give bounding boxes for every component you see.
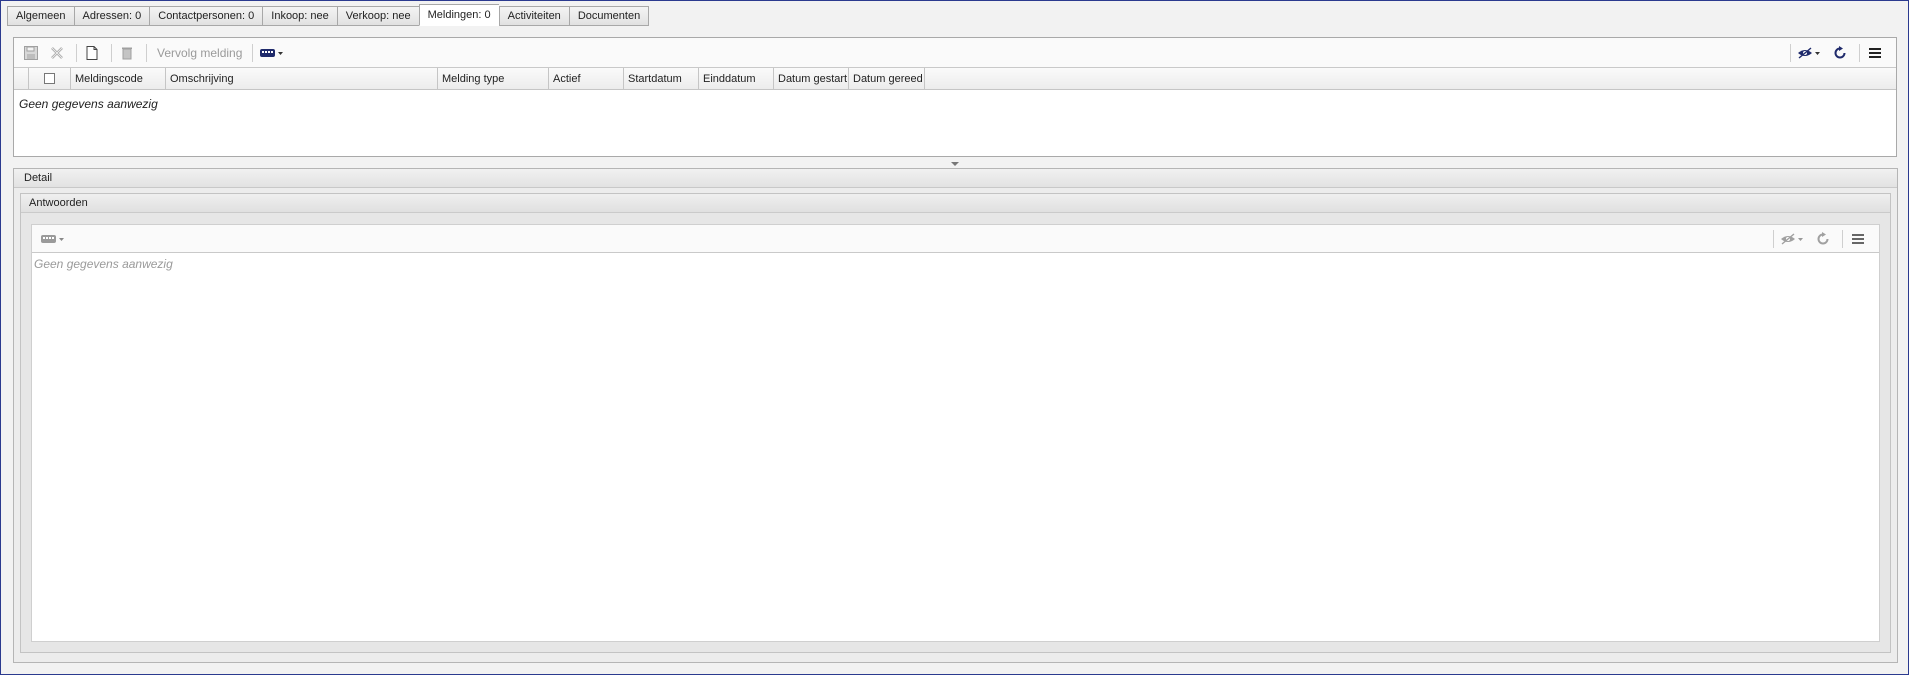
column-header-omschrijving[interactable]: Omschrijving (166, 68, 438, 89)
tab-algemeen[interactable]: Algemeen (7, 6, 74, 26)
refresh-icon[interactable] (1812, 228, 1834, 250)
keyboard-dropdown-icon[interactable] (257, 42, 287, 64)
tab-documenten[interactable]: Documenten (568, 6, 650, 26)
menu-icon[interactable] (1847, 228, 1869, 250)
save-icon[interactable] (20, 42, 42, 64)
column-header-datum-gestart[interactable]: Datum gestart (774, 68, 849, 89)
antwoorden-title: Antwoorden (21, 194, 1890, 213)
trash-icon[interactable] (116, 42, 138, 64)
row-indicator-column (14, 68, 29, 89)
tab-inkoop[interactable]: Inkoop: nee (262, 6, 337, 26)
column-header-meldingscode[interactable]: Meldingscode (71, 68, 166, 89)
toolbar-separator (1859, 43, 1860, 62)
chevron-down-icon (951, 162, 959, 166)
toolbar-separator (1842, 229, 1843, 248)
new-document-icon[interactable] (81, 42, 103, 64)
grid-empty-message: Geen gegevens aanwezig (19, 97, 158, 111)
refresh-icon[interactable] (1829, 42, 1851, 64)
meldingen-grid: Vervolg melding Meldingscode Omschrijvin… (13, 37, 1897, 157)
tab-bar: Algemeen Adressen: 0 Contactpersonen: 0 … (7, 4, 650, 26)
tab-meldingen[interactable]: Meldingen: 0 (418, 4, 499, 26)
grid-toolbar: Vervolg melding (14, 38, 1896, 68)
tab-adressen[interactable]: Adressen: 0 (73, 6, 150, 26)
tab-verkoop[interactable]: Verkoop: nee (336, 6, 419, 26)
tab-activiteiten[interactable]: Activiteiten (498, 6, 569, 26)
antwoorden-toolbar (32, 225, 1879, 253)
antwoorden-empty-message: Geen gegevens aanwezig (34, 257, 173, 271)
column-header-startdatum[interactable]: Startdatum (624, 68, 699, 89)
tab-contactpersonen[interactable]: Contactpersonen: 0 (149, 6, 263, 26)
vervolg-melding-button[interactable]: Vervolg melding (157, 46, 242, 60)
detail-panel: Detail Antwoorden Geen gegevens aanwezig (13, 168, 1898, 663)
toolbar-right (1786, 42, 1890, 64)
antwoorden-grid: Geen gegevens aanwezig (31, 224, 1880, 642)
column-header-datum-gereed[interactable]: Datum gereed (849, 68, 925, 89)
toolbar-separator (76, 43, 77, 62)
splitter-handle[interactable] (951, 158, 959, 166)
hide-columns-dropdown-icon[interactable] (1795, 42, 1825, 64)
detail-title: Detail (14, 169, 1897, 188)
keyboard-dropdown-icon[interactable] (38, 228, 68, 250)
toolbar-separator (1773, 229, 1774, 248)
toolbar-separator (146, 43, 147, 62)
antwoorden-panel: Antwoorden Geen gegevens aanwezig (20, 193, 1891, 653)
antwoorden-toolbar-right (1769, 228, 1873, 250)
toolbar-separator (111, 43, 112, 62)
select-all-checkbox[interactable] (29, 68, 71, 89)
column-header-einddatum[interactable]: Einddatum (699, 68, 774, 89)
toolbar-separator (1790, 43, 1791, 62)
checkbox-box[interactable] (44, 73, 55, 84)
window-frame: Algemeen Adressen: 0 Contactpersonen: 0 … (0, 0, 1909, 675)
menu-icon[interactable] (1864, 42, 1886, 64)
toolbar-separator (252, 43, 254, 62)
column-header-actief[interactable]: Actief (549, 68, 624, 89)
grid-column-header: Meldingscode Omschrijving Melding type A… (14, 68, 1896, 90)
column-header-melding-type[interactable]: Melding type (438, 68, 549, 89)
hide-columns-dropdown-icon[interactable] (1778, 228, 1808, 250)
delete-icon[interactable] (46, 42, 68, 64)
